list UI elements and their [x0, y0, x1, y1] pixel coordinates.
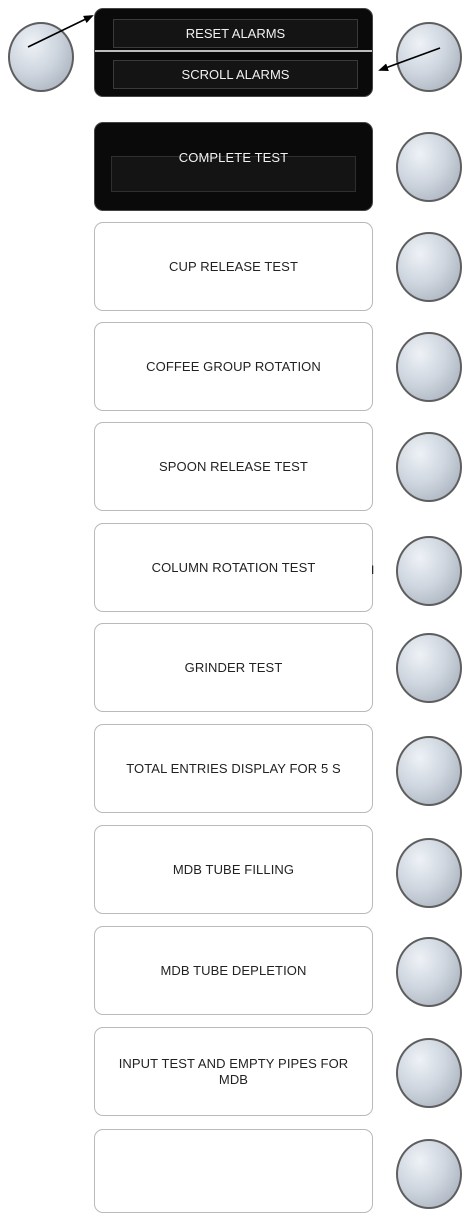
spoon-release-test-hardware-button[interactable]: [396, 432, 462, 502]
complete-test-panel[interactable]: COMPLETE TEST: [94, 122, 373, 211]
reset-alarms-label: RESET ALARMS: [185, 26, 286, 41]
input-test-empty-pipes-label: INPUT TEST AND EMPTY PIPES FOR MDB: [118, 1055, 349, 1087]
coffee-group-rotation-hardware-button[interactable]: [396, 332, 462, 402]
mdb-tube-filling-hardware-button[interactable]: [396, 838, 462, 908]
mdb-tube-filling-panel[interactable]: MDB TUBE FILLING: [94, 825, 373, 914]
scroll-alarms-hardware-button[interactable]: [396, 22, 462, 92]
mdb-tube-filling-label: MDB TUBE FILLING: [172, 861, 295, 877]
complete-test-hardware-button[interactable]: [396, 132, 462, 202]
reset-alarms-hardware-button[interactable]: [8, 22, 74, 92]
cup-release-test-panel[interactable]: CUP RELEASE TEST: [94, 222, 373, 311]
mdb-tube-depletion-hardware-button[interactable]: [396, 937, 462, 1007]
total-entries-display-panel[interactable]: TOTAL ENTRIES DISPLAY FOR 5 S: [94, 724, 373, 813]
total-entries-display-hardware-button[interactable]: [396, 736, 462, 806]
cup-release-test-label: CUP RELEASE TEST: [169, 258, 298, 274]
column-rotation-test-label: COLUMN ROTATION TEST: [151, 559, 316, 575]
mdb-tube-depletion-panel[interactable]: MDB TUBE DEPLETION: [94, 926, 373, 1015]
alarm-divider: [95, 50, 372, 52]
grinder-test-hardware-button[interactable]: [396, 633, 462, 703]
column-rotation-test-hardware-button[interactable]: [396, 536, 462, 606]
empty-function-panel[interactable]: [94, 1129, 373, 1213]
spoon-release-test-label: SPOON RELEASE TEST: [159, 458, 308, 474]
alarm-panel: RESET ALARMS SCROLL ALARMS: [94, 8, 373, 97]
empty-function-hardware-button[interactable]: [396, 1139, 462, 1209]
cup-release-test-hardware-button[interactable]: [396, 232, 462, 302]
column-rotation-test-panel[interactable]: COLUMN ROTATION TEST: [94, 523, 373, 612]
input-test-empty-pipes-hardware-button[interactable]: [396, 1038, 462, 1108]
coffee-group-rotation-panel[interactable]: COFFEE GROUP ROTATION: [94, 322, 373, 411]
grinder-test-label: GRINDER TEST: [184, 659, 283, 675]
grinder-test-panel[interactable]: GRINDER TEST: [94, 623, 373, 712]
reset-alarms-field[interactable]: RESET ALARMS: [113, 19, 358, 48]
mdb-tube-depletion-label: MDB TUBE DEPLETION: [160, 962, 307, 978]
tick-mark: I: [371, 563, 375, 577]
scroll-alarms-label: SCROLL ALARMS: [181, 67, 290, 82]
spoon-release-test-panel[interactable]: SPOON RELEASE TEST: [94, 422, 373, 511]
scroll-alarms-field[interactable]: SCROLL ALARMS: [113, 60, 358, 89]
input-test-empty-pipes-panel[interactable]: INPUT TEST AND EMPTY PIPES FOR MDB: [94, 1027, 373, 1116]
total-entries-display-label: TOTAL ENTRIES DISPLAY FOR 5 S: [126, 760, 341, 776]
complete-test-label: COMPLETE TEST: [178, 149, 289, 165]
coffee-group-rotation-label: COFFEE GROUP ROTATION: [146, 358, 321, 374]
